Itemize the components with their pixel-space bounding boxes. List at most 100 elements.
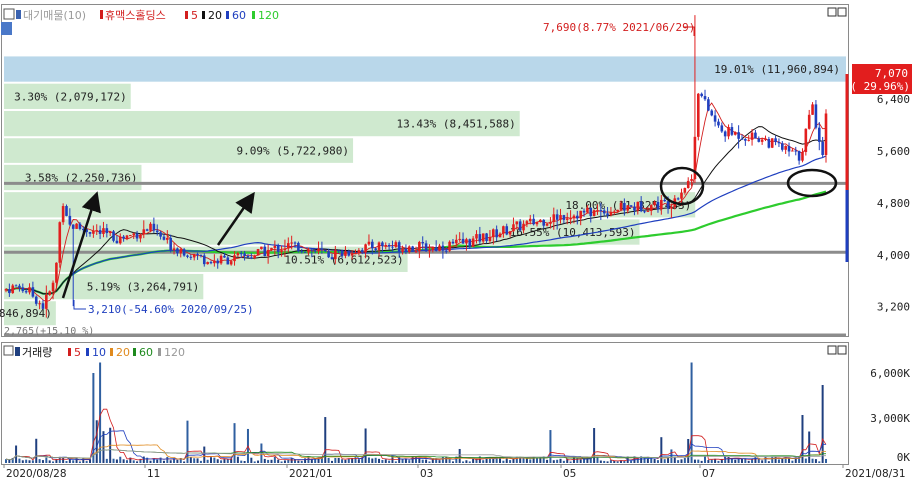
volume-bar — [512, 458, 515, 463]
volume-bar — [257, 460, 260, 463]
x-tick-label: 11 — [147, 468, 160, 479]
candle-body — [535, 222, 539, 225]
candle-body — [186, 255, 189, 257]
volume-bar — [354, 457, 357, 463]
candle-body — [717, 121, 720, 126]
candle-body — [105, 228, 109, 234]
volume-bar — [297, 460, 300, 463]
candle-body — [448, 241, 451, 251]
candle-body — [280, 250, 283, 252]
volume-bar — [425, 459, 428, 463]
volume-bar — [630, 460, 633, 463]
volume-bar — [710, 459, 713, 463]
candle-body — [310, 249, 314, 251]
stock-chart: 19.01% (11,960,894) 3.30% (2,079,172) 13.4… — [0, 4, 912, 479]
volume-panel-close-icon[interactable] — [837, 345, 847, 355]
candle-body — [680, 192, 683, 199]
volume-legend-toggle-icon[interactable] — [3, 345, 14, 356]
candle-body — [149, 223, 152, 231]
candle-body — [774, 138, 777, 143]
candle-body — [589, 207, 593, 217]
candle-body — [670, 206, 673, 209]
candle-body — [65, 206, 68, 216]
volume-bar — [357, 459, 360, 463]
volume-bar — [747, 460, 750, 463]
volume-bar — [374, 457, 377, 463]
volume-bar — [119, 456, 122, 463]
price-y-tick: 4,000 — [877, 249, 910, 262]
candle-body — [313, 250, 317, 252]
candle-body — [307, 249, 310, 253]
candle-body — [45, 294, 48, 309]
candle-body — [633, 206, 636, 211]
volume-bar — [371, 458, 374, 463]
candle-body — [770, 138, 774, 148]
candle-body — [68, 215, 72, 225]
candle-body — [95, 230, 99, 232]
volume-panel-maximize-icon[interactable] — [827, 345, 837, 355]
volume-bar — [569, 461, 572, 463]
side-tab-icon[interactable] — [1, 22, 12, 35]
volume-bar — [451, 461, 454, 463]
candle-body — [404, 248, 408, 253]
candle-body — [491, 229, 495, 238]
volume-ma10-marker — [86, 348, 89, 356]
candle-body — [764, 139, 767, 141]
candle-body — [139, 234, 142, 239]
volume-ma20-marker — [110, 348, 113, 356]
candle-body — [505, 226, 509, 235]
candle-body — [354, 253, 357, 255]
volume-bar — [441, 456, 444, 463]
price-y-tick: 4,800 — [877, 197, 910, 210]
current-price-value: 7,070 — [875, 67, 908, 80]
candle-body — [75, 223, 78, 229]
volume-bar — [31, 460, 34, 463]
volume-bar — [38, 459, 41, 463]
volume-bar — [764, 456, 767, 463]
candle-body — [340, 250, 344, 256]
candle-body — [145, 229, 149, 231]
candle-body — [612, 211, 616, 213]
candle-body — [737, 132, 740, 139]
candle-body — [129, 235, 132, 237]
candle-body — [162, 236, 166, 240]
candle-body — [377, 242, 381, 250]
legend-ma5-marker — [185, 11, 188, 19]
candle-body — [374, 248, 377, 250]
volume-y-tick: 3,000K — [870, 412, 910, 425]
volume-bar — [216, 459, 219, 463]
candle-body — [112, 231, 115, 241]
volume-bar — [394, 461, 397, 463]
candle-body — [169, 237, 172, 251]
volume-bar — [391, 456, 394, 463]
candle-body — [38, 303, 41, 305]
volume-bar — [378, 458, 381, 463]
legend-ma5: 5 — [191, 9, 198, 22]
volume-bar — [206, 459, 209, 463]
volume-ma5-marker — [68, 348, 71, 356]
candle-body — [804, 128, 808, 152]
volume-bar — [132, 460, 135, 463]
candle-body — [814, 104, 818, 128]
candle-body — [256, 249, 260, 256]
candle-body — [458, 238, 461, 240]
candle-body — [142, 229, 146, 235]
candle-body — [381, 242, 384, 247]
volume-panel-frame — [1, 342, 849, 465]
candle-body — [239, 253, 243, 255]
candle-body — [559, 215, 562, 220]
price-panel-maximize-icon[interactable] — [827, 7, 837, 17]
candle-body — [441, 245, 445, 251]
volume-bar — [825, 458, 827, 463]
volume-bar — [233, 423, 236, 463]
candle-body — [656, 201, 660, 210]
candle-body — [300, 251, 304, 253]
volume-bar — [388, 460, 391, 463]
volume-bar — [808, 431, 811, 463]
volume-bar — [223, 459, 226, 463]
volume-bar — [552, 460, 555, 463]
candle-body — [744, 139, 747, 141]
candle-body — [8, 289, 11, 294]
legend-toggle-icon[interactable] — [3, 8, 15, 20]
price-panel-close-icon[interactable] — [837, 7, 847, 17]
